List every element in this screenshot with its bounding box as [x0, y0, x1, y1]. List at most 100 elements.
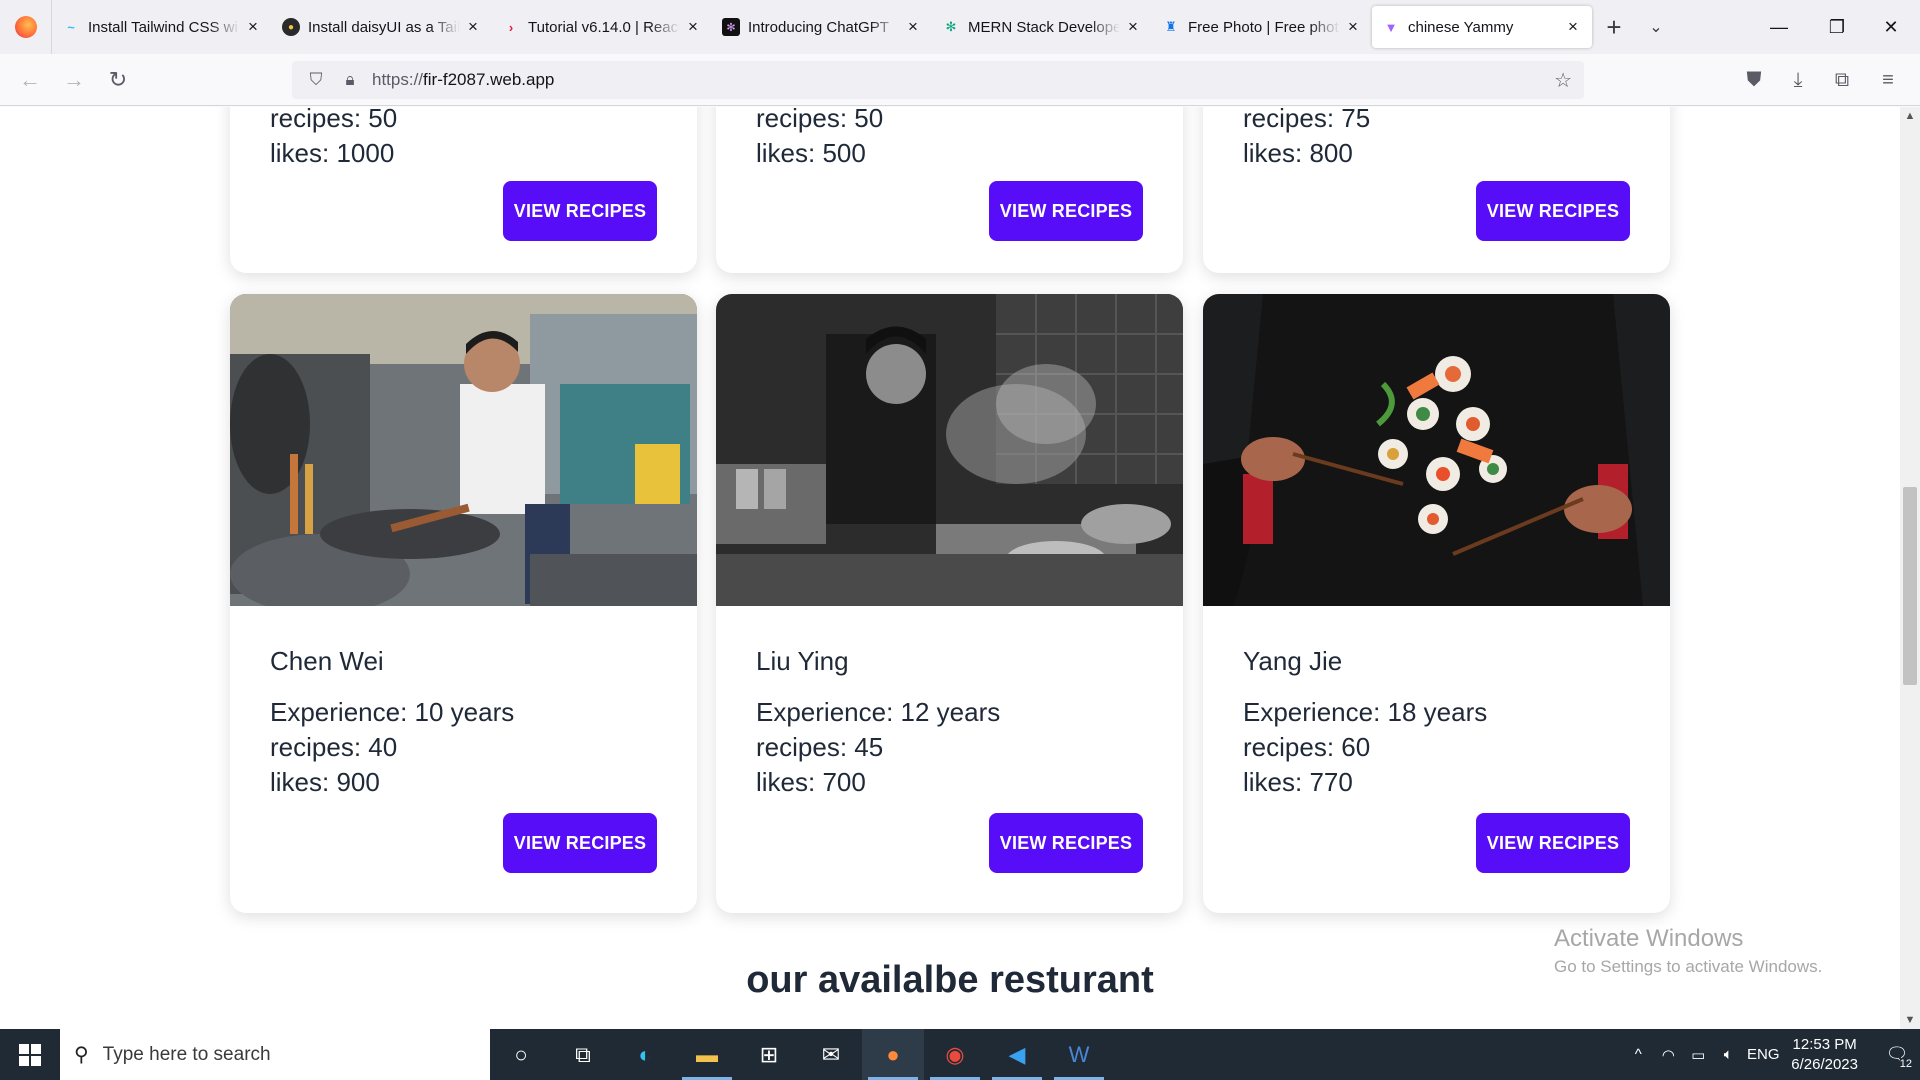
language-indicator[interactable]: ENG	[1743, 1046, 1783, 1063]
chef-likes: likes: 500	[756, 138, 866, 168]
tab-chinese-yammy[interactable]: ▼ chinese Yammy ×	[1372, 6, 1592, 48]
windows-taskbar: ⚲ Type here to search ○ ⧉ ◐ ▬ ⊞ ✉ ● ◉ ◀ …	[0, 1029, 1920, 1080]
firefox-menu-icon[interactable]	[0, 0, 52, 54]
notification-center-icon[interactable]: 🗨︎ 12	[1874, 1029, 1920, 1080]
chef-photo	[716, 294, 1183, 606]
react-router-icon: ›	[508, 19, 514, 35]
volume-muted-icon[interactable]: 🔈︎	[1713, 1046, 1743, 1063]
daisyui-icon: ●	[282, 18, 300, 36]
clock[interactable]: 12:53 PM 6/26/2023	[1791, 1035, 1858, 1075]
view-recipes-button[interactable]: VIEW RECIPES	[503, 181, 657, 241]
tab-daisyui[interactable]: ● Install daisyUI as a Tail ×	[272, 6, 492, 48]
chef-name: Chen Wei	[270, 646, 384, 676]
chef-recipes: recipes: 45	[756, 732, 884, 762]
clock-date: 6/26/2023	[1791, 1055, 1858, 1073]
browser-toolbar: ← → ↻ ⛉ 🔒︎ https://fir-f2087.web.app ☆ ⛊…	[0, 54, 1920, 106]
file-explorer-icon[interactable]: ▬	[676, 1029, 738, 1080]
close-tab-icon[interactable]: ×	[244, 17, 262, 37]
lock-icon[interactable]: 🔒︎	[338, 70, 362, 90]
reload-icon[interactable]: ↻	[96, 60, 140, 100]
vscode-icon[interactable]: ◀	[986, 1029, 1048, 1080]
tab-mern[interactable]: ✻ MERN Stack Develope ×	[932, 6, 1152, 48]
chef-experience: Experience: 18 years	[1243, 697, 1488, 727]
tab-freepik[interactable]: ♜ Free Photo | Free phot ×	[1152, 6, 1372, 48]
view-recipes-button[interactable]: VIEW RECIPES	[503, 813, 657, 873]
tracking-shield-icon[interactable]: ⛉	[304, 70, 328, 90]
store-icon[interactable]: ⊞	[738, 1029, 800, 1080]
taskbar-search-box[interactable]: ⚲ Type here to search	[60, 1029, 490, 1080]
chef-card: Chen Wei Experience: 10 years recipes: 4…	[230, 294, 697, 913]
new-tab-icon[interactable]: +	[1592, 12, 1636, 43]
close-tab-icon[interactable]: ×	[684, 17, 702, 37]
minimize-icon[interactable]: —	[1750, 0, 1808, 54]
chef-likes: likes: 900	[270, 767, 380, 797]
chef-recipes: recipes: 60	[1243, 732, 1371, 762]
view-recipes-button[interactable]: VIEW RECIPES	[989, 813, 1143, 873]
scroll-down-icon[interactable]: ▼	[1900, 1011, 1920, 1029]
close-tab-icon[interactable]: ×	[1564, 17, 1582, 37]
tab-title: MERN Stack Develope	[968, 18, 1120, 36]
tab-title: Tutorial v6.14.0 | React	[528, 18, 680, 36]
chef-card: Yang Jie Experience: 18 years recipes: 6…	[1203, 294, 1670, 913]
chef-photo	[1203, 294, 1670, 606]
start-button[interactable]	[0, 1029, 60, 1080]
chef-recipes: recipes: 50	[756, 107, 884, 133]
tab-react-router[interactable]: › Tutorial v6.14.0 | React ×	[492, 6, 712, 48]
activate-windows-watermark: Activate Windows Go to Settings to activ…	[1554, 925, 1822, 977]
close-tab-icon[interactable]: ×	[1344, 17, 1362, 37]
bookmark-star-icon[interactable]: ☆	[1554, 68, 1572, 93]
chef-recipes: recipes: 50	[270, 107, 398, 133]
chef-name: Yang Jie	[1243, 646, 1343, 676]
freepik-icon: ♜	[1165, 19, 1177, 34]
edge-icon[interactable]: ◐	[614, 1029, 676, 1080]
scroll-up-icon[interactable]: ▲	[1900, 107, 1920, 125]
restore-icon[interactable]: ❐	[1808, 0, 1866, 54]
list-tabs-chevron-icon[interactable]: ⌄	[1636, 17, 1676, 37]
view-recipes-button[interactable]: VIEW RECIPES	[989, 181, 1143, 241]
close-tab-icon[interactable]: ×	[464, 17, 482, 37]
show-hidden-icons-chevron-icon[interactable]: ^	[1623, 1046, 1653, 1063]
extensions-icon[interactable]: ⧉	[1820, 54, 1864, 106]
close-tab-icon[interactable]: ×	[904, 17, 922, 37]
url-text[interactable]: https://fir-f2087.web.app	[372, 70, 554, 90]
page-viewport: recipes: 50 likes: 1000 VIEW RECIPES rec…	[0, 107, 1900, 1029]
pocket-icon[interactable]: ⛊	[1732, 54, 1776, 106]
cortana-icon[interactable]: ○	[490, 1029, 552, 1080]
chef-card: recipes: 50 likes: 1000 VIEW RECIPES	[230, 107, 697, 273]
battery-icon[interactable]: ▭	[1683, 1046, 1713, 1064]
tab-tailwind[interactable]: ~ Install Tailwind CSS wi ×	[52, 6, 272, 48]
downloads-icon[interactable]: ⤓	[1776, 54, 1820, 106]
tab-chatgpt-intro[interactable]: ✻ Introducing ChatGPT ×	[712, 6, 932, 48]
app-menu-icon[interactable]: ≡	[1866, 54, 1910, 106]
mail-icon[interactable]: ✉	[800, 1029, 862, 1080]
chef-likes: likes: 800	[1243, 138, 1353, 168]
close-tab-icon[interactable]: ×	[1124, 17, 1142, 37]
system-tray: ^ ◠ ▭ 🔈︎ ENG 12:53 PM 6/26/2023 🗨︎ 12	[1623, 1029, 1920, 1080]
chef-experience: Experience: 10 years	[270, 697, 515, 727]
firefox-icon[interactable]: ●	[862, 1029, 924, 1080]
chef-likes: likes: 1000	[270, 138, 395, 168]
tab-title: chinese Yammy	[1408, 18, 1514, 36]
clock-time: 12:53 PM	[1792, 1035, 1857, 1053]
chef-recipes: recipes: 40	[270, 732, 398, 762]
forward-icon[interactable]: →	[52, 60, 96, 100]
word-icon[interactable]: W	[1048, 1029, 1110, 1080]
chef-card: recipes: 50 likes: 500 VIEW RECIPES	[716, 107, 1183, 273]
close-window-icon[interactable]: ✕	[1862, 0, 1920, 54]
windows-logo-icon	[19, 1043, 41, 1066]
vite-icon: ▼	[1384, 19, 1398, 35]
view-recipes-button[interactable]: VIEW RECIPES	[1476, 181, 1630, 241]
watermark-subtitle: Go to Settings to activate Windows.	[1554, 957, 1823, 976]
tailwind-icon: ~	[67, 19, 75, 35]
wifi-icon[interactable]: ◠	[1653, 1046, 1683, 1064]
chef-experience: Experience: 12 years	[756, 697, 1001, 727]
scrollbar-thumb[interactable]	[1903, 487, 1917, 685]
back-icon[interactable]: ←	[8, 60, 52, 100]
view-recipes-button[interactable]: VIEW RECIPES	[1476, 813, 1630, 873]
watermark-title: Activate Windows	[1554, 925, 1744, 952]
chef-likes: likes: 770	[1243, 767, 1353, 797]
chrome-icon[interactable]: ◉	[924, 1029, 986, 1080]
url-bar[interactable]: ⛉ 🔒︎ https://fir-f2087.web.app ☆	[292, 61, 1584, 99]
task-view-icon[interactable]: ⧉	[552, 1029, 614, 1080]
page-scrollbar[interactable]: ▲ ▼	[1900, 107, 1920, 1029]
